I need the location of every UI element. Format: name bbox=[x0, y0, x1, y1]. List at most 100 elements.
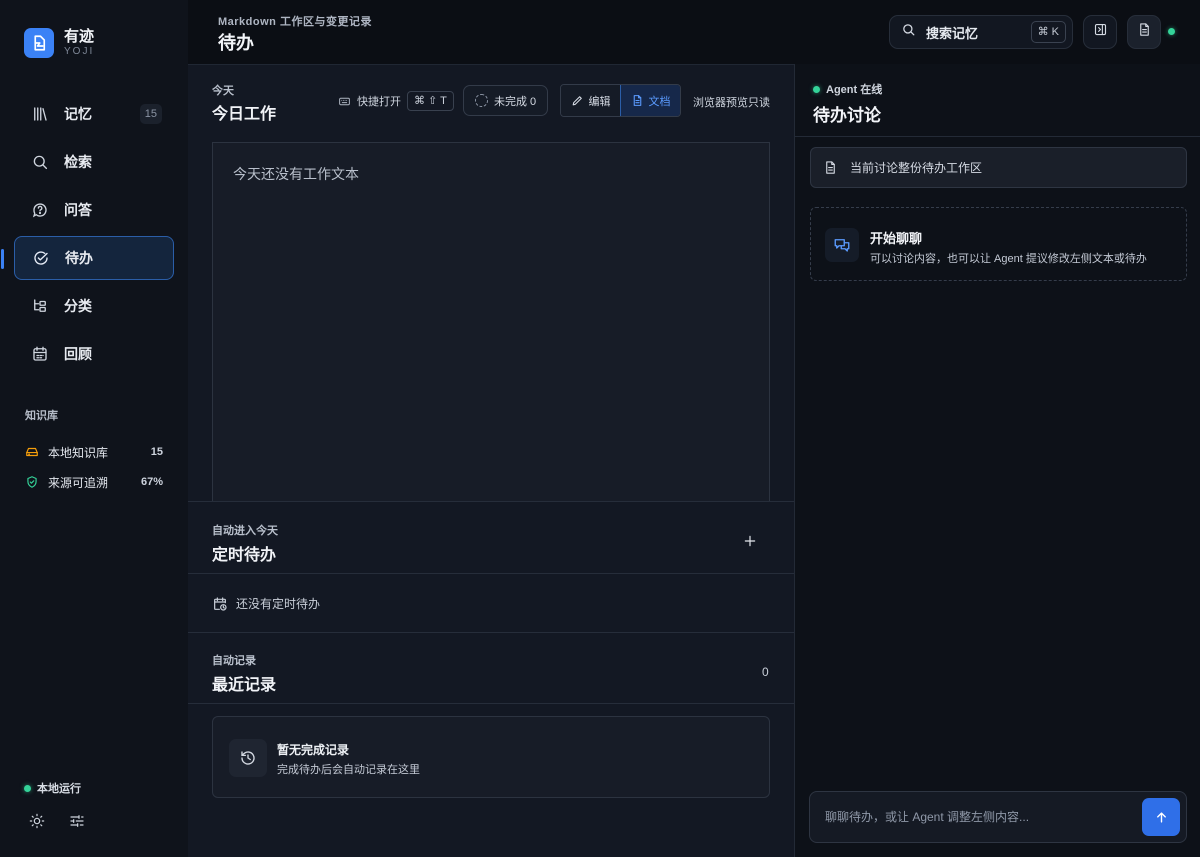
agent-status-label: Agent 在线 bbox=[826, 84, 883, 96]
recent-title: 最近记录 bbox=[212, 677, 277, 694]
sidebar-item-todo[interactable]: 待办 bbox=[1, 236, 174, 280]
search-icon bbox=[30, 152, 50, 172]
check-circle-icon bbox=[31, 248, 51, 268]
kb-row-value: 67% bbox=[140, 476, 163, 488]
edit-mode-button[interactable]: 编辑 bbox=[561, 85, 620, 116]
kb-row-label: 来源可追溯 bbox=[48, 475, 109, 490]
divider bbox=[188, 703, 794, 704]
quick-open-button[interactable]: 快捷打开 ⌘ ⇧ T bbox=[338, 91, 454, 111]
sidebar-item-label: 分类 bbox=[64, 298, 92, 314]
quick-open-shortcut: ⌘ ⇧ T bbox=[407, 91, 454, 111]
quick-open-label: 快捷打开 bbox=[357, 96, 401, 108]
question-circle-icon bbox=[30, 200, 50, 220]
recent-empty-desc: 完成待办后会自动记录在这里 bbox=[277, 764, 420, 776]
kb-row-traceable[interactable]: 来源可追溯 67% bbox=[25, 473, 163, 491]
plus-icon bbox=[744, 535, 756, 547]
divider bbox=[188, 501, 794, 502]
sidebar-item-label: 检索 bbox=[64, 154, 92, 170]
run-status: 本地运行 bbox=[24, 780, 81, 796]
arrow-up-icon bbox=[1156, 811, 1166, 823]
sidebar-bottom-controls bbox=[26, 812, 106, 830]
editor-placeholder: 今天还没有工作文本 bbox=[233, 166, 359, 182]
recent-empty-title: 暂无完成记录 bbox=[277, 743, 350, 757]
calendar-clock-icon bbox=[214, 596, 227, 611]
search-memory-button[interactable]: 搜索记忆 ⌘ K bbox=[889, 15, 1073, 49]
toggle-panel-button[interactable] bbox=[1083, 15, 1117, 49]
brand-subtitle: YOJI bbox=[64, 46, 95, 57]
kb-row-local[interactable]: 本地知识库 15 bbox=[25, 443, 163, 461]
incomplete-label: 未完成 0 bbox=[494, 95, 537, 108]
sidebar-item-category[interactable]: 分类 bbox=[14, 284, 174, 328]
sidebar-item-label: 问答 bbox=[64, 202, 92, 218]
document-icon bbox=[826, 161, 835, 174]
sidebar-nav: 记忆 15 检索 问答 待办 分类 回顾 bbox=[1, 92, 174, 380]
scheduled-kicker: 自动进入今天 bbox=[212, 525, 278, 537]
sidebar-item-search[interactable]: 检索 bbox=[14, 140, 174, 184]
tree-icon bbox=[30, 296, 50, 316]
todo-main: 今天 今日工作 快捷打开 ⌘ ⇧ T 未完成 0 编辑 文档 浏览器预览只读 今… bbox=[188, 64, 794, 857]
view-mode-toggle: 编辑 文档 bbox=[560, 84, 681, 117]
agent-status: Agent 在线 bbox=[813, 81, 882, 97]
page-title: 待办 bbox=[218, 33, 254, 53]
dashed-circle-icon bbox=[475, 94, 488, 107]
sidebar-item-qa[interactable]: 问答 bbox=[14, 188, 174, 232]
chat-bubbles-icon bbox=[825, 228, 859, 262]
page-subtitle: Markdown 工作区与变更记录 bbox=[218, 16, 372, 28]
divider bbox=[795, 136, 1200, 137]
sidebar-item-label: 记忆 bbox=[64, 106, 92, 122]
start-chat-desc: 可以讨论内容，也可以让 Agent 提议修改左侧文本或待办 bbox=[870, 253, 1147, 265]
start-chat-title: 开始聊聊 bbox=[870, 231, 923, 246]
sun-icon[interactable] bbox=[26, 812, 48, 830]
memory-count-badge: 15 bbox=[139, 104, 162, 124]
panel-right-icon bbox=[1093, 22, 1108, 42]
chat-input[interactable] bbox=[810, 792, 1130, 842]
sidebar-item-review[interactable]: 回顾 bbox=[14, 332, 174, 376]
kb-row-label: 本地知识库 bbox=[48, 445, 109, 460]
edit-label: 编辑 bbox=[588, 95, 611, 108]
document-icon bbox=[1137, 22, 1152, 42]
chat-composer bbox=[809, 791, 1187, 843]
document-label: 文档 bbox=[648, 95, 671, 108]
discussion-title: 待办讨论 bbox=[813, 106, 881, 125]
incomplete-filter-button[interactable]: 未完成 0 bbox=[463, 85, 548, 116]
scheduled-empty: 还没有定时待办 bbox=[212, 595, 320, 612]
sidebar-item-memory[interactable]: 记忆 15 bbox=[14, 92, 174, 136]
online-dot-icon bbox=[1168, 28, 1175, 35]
search-label: 搜索记忆 bbox=[926, 25, 979, 41]
top-header: Markdown 工作区与变更记录 待办 搜索记忆 ⌘ K bbox=[188, 0, 1200, 64]
brand-logo-icon bbox=[24, 28, 54, 58]
scheduled-empty-text: 还没有定时待办 bbox=[236, 597, 321, 611]
divider bbox=[188, 573, 794, 574]
document-icon bbox=[633, 95, 641, 106]
sidebar: 有迹 YOJI 记忆 15 检索 问答 待办 分类 回顾 知识库 本地知识库 1… bbox=[0, 0, 188, 857]
scheduled-title: 定时待办 bbox=[212, 547, 277, 564]
pencil-icon bbox=[572, 96, 582, 106]
discussion-context[interactable]: 当前讨论整份待办工作区 bbox=[810, 147, 1187, 188]
divider bbox=[188, 632, 794, 633]
recent-kicker: 自动记录 bbox=[212, 655, 256, 667]
today-title: 今日工作 bbox=[212, 106, 277, 123]
send-button[interactable] bbox=[1142, 798, 1180, 836]
search-icon bbox=[901, 22, 916, 42]
history-icon bbox=[229, 739, 267, 777]
start-chat-card: 开始聊聊 可以讨论内容，也可以让 Agent 提议修改左侧文本或待办 bbox=[810, 207, 1187, 281]
today-kicker: 今天 bbox=[212, 85, 234, 97]
document-mode-button[interactable]: 文档 bbox=[620, 85, 680, 116]
sliders-icon[interactable] bbox=[66, 812, 88, 830]
sidebar-item-label: 回顾 bbox=[64, 346, 92, 362]
drive-icon bbox=[25, 445, 39, 459]
today-editor[interactable]: 今天还没有工作文本 bbox=[212, 142, 770, 502]
online-dot-icon bbox=[813, 85, 820, 93]
brand-name: 有迹 bbox=[64, 28, 95, 45]
online-dot-icon bbox=[24, 784, 31, 792]
discussion-context-label: 当前讨论整份待办工作区 bbox=[850, 161, 983, 175]
kb-row-value: 15 bbox=[150, 446, 163, 458]
shield-check-icon bbox=[25, 475, 39, 489]
sidebar-item-label: 待办 bbox=[65, 250, 93, 266]
add-scheduled-button[interactable] bbox=[740, 531, 760, 551]
knowledge-base-title: 知识库 bbox=[25, 410, 58, 422]
keyboard-icon bbox=[338, 95, 351, 108]
discussion-panel: Agent 在线 待办讨论 当前讨论整份待办工作区 开始聊聊 可以讨论内容，也可… bbox=[794, 64, 1200, 857]
brand[interactable]: 有迹 YOJI bbox=[24, 28, 94, 58]
document-button[interactable] bbox=[1127, 15, 1161, 49]
